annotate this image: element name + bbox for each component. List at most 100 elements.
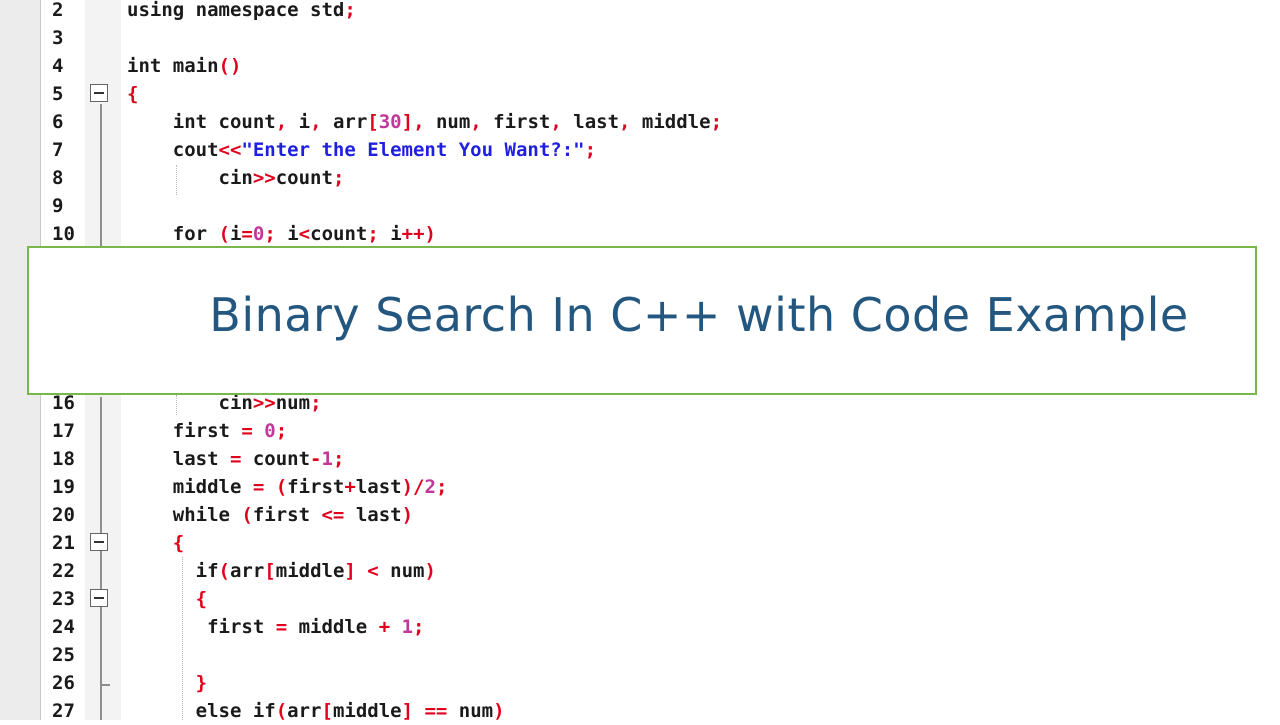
code-token: i (298, 111, 311, 133)
code-token: { (127, 532, 185, 554)
code-token: ( (218, 560, 230, 582)
code-token: )/ (401, 476, 425, 498)
code-text: last = count-1; (127, 445, 345, 473)
code-token: ] == (401, 700, 459, 722)
code-token: << (218, 139, 242, 161)
code-token: using namespace std (127, 0, 345, 21)
code-line[interactable]: 23 { (0, 585, 1280, 613)
code-token: ) (401, 504, 414, 526)
code-token: "Enter the Element You Want?:" (241, 139, 585, 161)
line-number: 21 (52, 532, 75, 554)
code-token: { (127, 588, 208, 610)
code-token: 1 (401, 616, 414, 638)
code-token: = (229, 448, 253, 470)
code-token: count (252, 448, 311, 470)
code-token: last (573, 111, 620, 133)
code-token: first (127, 420, 242, 442)
code-text: cout<<"Enter the Element You Want?:"; (127, 136, 596, 164)
code-token: , (470, 111, 494, 133)
code-line[interactable]: 7 cout<<"Enter the Element You Want?:"; (0, 136, 1280, 164)
code-token: [ (367, 111, 379, 133)
code-line[interactable]: 21 { (0, 529, 1280, 557)
code-text: using namespace std; (127, 0, 356, 24)
code-token: arr (229, 560, 265, 582)
code-token: 0 (252, 223, 265, 245)
code-token: middle (298, 616, 379, 638)
code-token: } (127, 672, 208, 694)
code-text: while (first <= last) (127, 501, 413, 529)
code-text: { (127, 529, 184, 557)
line-number: 2 (52, 0, 64, 21)
code-token: + (344, 476, 356, 498)
code-token: () (218, 55, 242, 77)
code-token: last (127, 448, 230, 470)
code-line[interactable]: 17 first = 0; (0, 417, 1280, 445)
code-line[interactable]: 22 if(arr[middle] < num) (0, 557, 1280, 585)
code-token: last (355, 476, 402, 498)
code-line[interactable]: 10 for (i=0; i<count; i++) (0, 220, 1280, 248)
code-token: middle (641, 111, 711, 133)
code-token: ; (275, 420, 288, 442)
code-token: = ( (252, 476, 288, 498)
code-token: num (390, 560, 425, 582)
code-line[interactable]: 6 int count, i, arr[30], num, first, las… (0, 108, 1280, 136)
line-number: 22 (52, 560, 75, 582)
code-token: >> (252, 392, 276, 414)
code-token: num (275, 392, 311, 414)
code-text: { (127, 585, 207, 613)
code-line[interactable]: 20 while (first <= last) (0, 501, 1280, 529)
code-token: + (378, 616, 402, 638)
code-token: ; (710, 111, 723, 133)
code-line[interactable]: 8 cin>>count; (0, 164, 1280, 192)
code-text: if(arr[middle] < num) (127, 557, 436, 585)
code-line[interactable]: 4 int main() (0, 52, 1280, 80)
code-token: 30 (378, 111, 402, 133)
line-number: 4 (52, 55, 64, 77)
code-token: >> (252, 167, 276, 189)
code-line[interactable]: 25 (0, 641, 1280, 669)
line-number: 5 (52, 83, 64, 105)
code-token: , (550, 111, 574, 133)
code-text: for (i=0; i<count; i++) (127, 220, 436, 248)
line-number: 23 (52, 588, 75, 610)
line-number: 26 (52, 672, 75, 694)
code-token: < (298, 223, 311, 245)
code-token: i (229, 223, 242, 245)
code-token: ( (241, 504, 253, 526)
code-token: 0 (264, 420, 276, 442)
code-token: last (355, 504, 402, 526)
code-token: = (241, 420, 265, 442)
code-token: ; (332, 448, 345, 470)
code-token: arr (332, 111, 368, 133)
code-line[interactable]: 19 middle = (first+last)/2; (0, 473, 1280, 501)
line-number: 3 (52, 27, 64, 49)
code-line[interactable]: 9 (0, 192, 1280, 220)
banner-title: Binary Search In C++ with Code Example (209, 288, 1189, 342)
code-token: ) (424, 560, 436, 582)
line-number: 9 (52, 195, 64, 217)
line-number: 25 (52, 644, 75, 666)
code-text: int count, i, arr[30], num, first, last,… (127, 108, 722, 136)
code-token: num (435, 111, 471, 133)
code-text: int main() (127, 52, 241, 80)
line-number: 17 (52, 420, 75, 442)
line-number: 10 (52, 223, 75, 245)
code-line[interactable]: 3 (0, 24, 1280, 52)
code-token: num (458, 700, 494, 722)
code-line[interactable]: 5{ (0, 80, 1280, 108)
line-number: 24 (52, 616, 75, 638)
code-token: int main (127, 55, 219, 77)
code-token: middle (127, 476, 253, 498)
code-line[interactable]: 26 } (0, 669, 1280, 697)
line-number: 8 (52, 167, 64, 189)
code-line[interactable]: 2 using namespace std; (0, 0, 1280, 24)
code-token: cin (127, 167, 253, 189)
title-banner: Binary Search In C++ with Code Example (27, 246, 1257, 395)
code-line[interactable]: 18 last = count-1; (0, 445, 1280, 473)
code-line[interactable]: 24 first = middle + 1; (0, 613, 1280, 641)
code-line[interactable]: 27 else if(arr[middle] == num) (0, 697, 1280, 725)
code-token: while (127, 504, 242, 526)
code-token: ( (275, 700, 288, 722)
code-token: middle (332, 700, 402, 722)
code-token: i (287, 223, 299, 245)
